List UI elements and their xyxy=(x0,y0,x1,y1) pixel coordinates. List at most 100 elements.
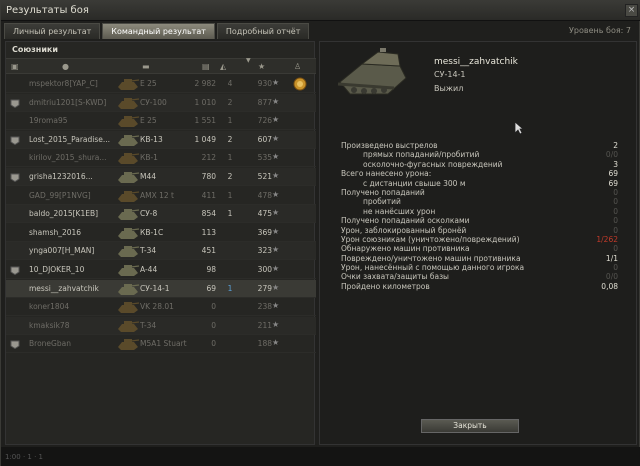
platoon-badge-icon xyxy=(10,173,20,182)
stat-label: Урон союзникам (уничтожено/повреждений) xyxy=(341,234,520,244)
vehicle-name: КВ-1С xyxy=(140,227,164,237)
window-title: Результаты боя xyxy=(6,5,89,16)
tank-icon xyxy=(118,227,140,239)
damage-value: 113 xyxy=(201,227,216,237)
stat-value: 0/0 xyxy=(605,272,618,282)
stat-value: 0 xyxy=(613,216,618,226)
xp-star-icon: ★ xyxy=(272,226,280,236)
medal-icon[interactable] xyxy=(292,76,308,92)
title-bar: Результаты боя × xyxy=(1,1,640,21)
player-name: koner1804 xyxy=(29,302,70,312)
vehicle-name: СУ-8 xyxy=(140,209,158,219)
table-row[interactable]: BroneGban M5A1 Stuart 0 188 ★ xyxy=(6,335,316,354)
stat-row: Всего нанесено урона: 69 xyxy=(341,169,621,178)
platoon-icon[interactable]: ▣ xyxy=(11,62,19,71)
xp-value: 726 xyxy=(257,116,272,126)
kills-value: 4 xyxy=(227,79,233,88)
table-row[interactable]: GAD_99[P1NVG] AMX 12 t 411 1 478 ★ xyxy=(6,187,316,205)
stat-value: 0/0 xyxy=(605,150,618,160)
vehicle-name: T-34 xyxy=(140,246,157,256)
stat-row: прямых попаданий/пробитий 0/0 xyxy=(341,150,621,159)
stats-list: Произведено выстрелов 2 прямых попаданий/п… xyxy=(341,141,621,291)
close-window-icon[interactable]: × xyxy=(625,4,638,17)
xp-star-icon: ★ xyxy=(272,301,280,311)
stat-label: Произведено выстрелов xyxy=(341,141,438,150)
xp-value: 369 xyxy=(257,227,272,237)
close-button[interactable]: Закрыть xyxy=(421,419,519,433)
xp-star-icon: ★ xyxy=(272,133,280,143)
table-row[interactable]: baldo_2015[K1EB] СУ-8 854 1 475 ★ xyxy=(6,205,316,224)
stat-row: Урон, заблокированный бронёй 0 xyxy=(341,226,621,235)
vehicle-name: СУ-14-1 xyxy=(140,283,170,293)
table-row[interactable]: Lost_2015_Paradise... КВ-13 1 049 2 607 ★ xyxy=(6,130,316,149)
tank-icon xyxy=(118,265,140,276)
damage-value: 1 049 xyxy=(194,134,216,144)
table-row[interactable]: shamsh_2016 КВ-1С 113 369 ★ xyxy=(6,224,316,242)
xp-star-icon: ★ xyxy=(272,264,280,273)
xp-star-icon: ★ xyxy=(272,208,280,218)
tab-detailed-report[interactable]: Подробный отчёт xyxy=(216,23,310,39)
stat-value: 1/1 xyxy=(605,253,618,263)
xp-star-icon[interactable]: ★ xyxy=(258,62,265,71)
table-row[interactable]: kirilov_2015_shura... КВ-1 212 1 535 ★ xyxy=(6,149,316,168)
vehicle-name: T-34 xyxy=(140,320,157,330)
vehicle-name: КВ-1 xyxy=(140,153,158,163)
stat-row: не нанёсших урон 0 xyxy=(341,207,621,216)
table-row[interactable]: messi__zahvatchik СУ-14-1 69 1 279 ★ xyxy=(6,279,316,298)
tank-icon[interactable]: ▬ xyxy=(142,62,150,71)
player-name: BroneGban xyxy=(29,339,71,349)
player-name: kmaksik78 xyxy=(29,320,70,330)
kills-value: 1 xyxy=(227,153,233,163)
stat-row: Повреждено/уничтожено машин противника 1/… xyxy=(341,254,621,263)
player-name: ynga007[H_MAN] xyxy=(29,246,95,256)
table-row[interactable]: 19roma95 E 25 1 551 1 726 ★ xyxy=(6,112,316,131)
vehicle-name: M44 xyxy=(140,172,157,181)
table-row[interactable]: 10_DJOKER_10 A-44 98 300 ★ xyxy=(6,261,316,279)
stat-label: осколочно-фугасных повреждений xyxy=(363,159,503,169)
stat-value: 0 xyxy=(613,206,618,216)
xp-star-icon: ★ xyxy=(272,189,280,199)
stat-value: 1/262 xyxy=(596,234,618,244)
stat-row: Пройдено километров 0,08 xyxy=(341,282,621,291)
damage-value: 69 xyxy=(206,283,216,293)
player-icon[interactable]: ● xyxy=(62,62,69,71)
stat-label: Урон, нанесённый с помощью данного игрок… xyxy=(341,263,525,273)
damage-icon[interactable]: ▤ xyxy=(202,62,210,71)
player-name: dmitriu1201[S-KWD] xyxy=(29,97,107,107)
vehicle-name: M5A1 Stuart xyxy=(140,339,187,349)
stat-label: Обнаружено машин противника xyxy=(341,244,470,254)
damage-value: 0 xyxy=(211,339,216,349)
player-name: 19roma95 xyxy=(29,116,68,126)
stat-value: 0 xyxy=(613,263,618,273)
table-row[interactable]: mspektor8[YAP_C] E 25 2 982 4 930 ★ xyxy=(6,75,316,93)
stat-label: не нанёсших урон xyxy=(363,206,436,216)
medal-icon[interactable]: ♙ xyxy=(294,62,301,71)
battle-level: Уровень боя: 7 xyxy=(569,26,631,35)
stat-label: Получено попаданий xyxy=(341,187,425,197)
stat-value: 0 xyxy=(613,187,618,197)
kills-icon[interactable]: ◭ xyxy=(220,62,226,71)
stat-value: 69 xyxy=(608,178,618,188)
stat-row: Урон, нанесённый с помощью данного игрок… xyxy=(341,263,621,272)
sort-arrow-icon[interactable]: ▼ xyxy=(246,57,251,64)
table-row[interactable]: dmitriu1201[S-KWD] СУ-100 1 010 2 877 ★ xyxy=(6,93,316,112)
vehicle-name: КВ-13 xyxy=(140,134,163,144)
stat-row: Обнаружено машин противника 0 xyxy=(341,244,621,253)
damage-value: 2 982 xyxy=(194,79,216,88)
tank-icon xyxy=(118,246,140,258)
stat-label: пробитий xyxy=(363,197,401,207)
tab-personal-result[interactable]: Личный результат xyxy=(4,23,101,39)
table-row[interactable]: koner1804 VK 28.01 0 238 ★ xyxy=(6,298,316,317)
table-row[interactable]: grisha1232016... M44 780 2 521 ★ xyxy=(6,168,316,186)
stat-row: осколочно-фугасных повреждений 3 xyxy=(341,160,621,169)
vehicle-name: A-44 xyxy=(140,265,158,274)
platoon-badge-icon xyxy=(10,99,20,108)
xp-star-icon: ★ xyxy=(272,78,280,87)
tab-team-result[interactable]: Командный результат xyxy=(102,23,215,39)
table-row[interactable]: kmaksik78 T-34 0 211 ★ xyxy=(6,316,316,335)
table-row[interactable]: ynga007[H_MAN] T-34 451 323 ★ xyxy=(6,242,316,261)
xp-star-icon: ★ xyxy=(272,171,280,180)
bottom-bar: 1:00 · 1 · 1 xyxy=(1,447,640,466)
stat-label: Пройдено километров xyxy=(341,281,430,291)
tank-icon xyxy=(118,302,140,314)
